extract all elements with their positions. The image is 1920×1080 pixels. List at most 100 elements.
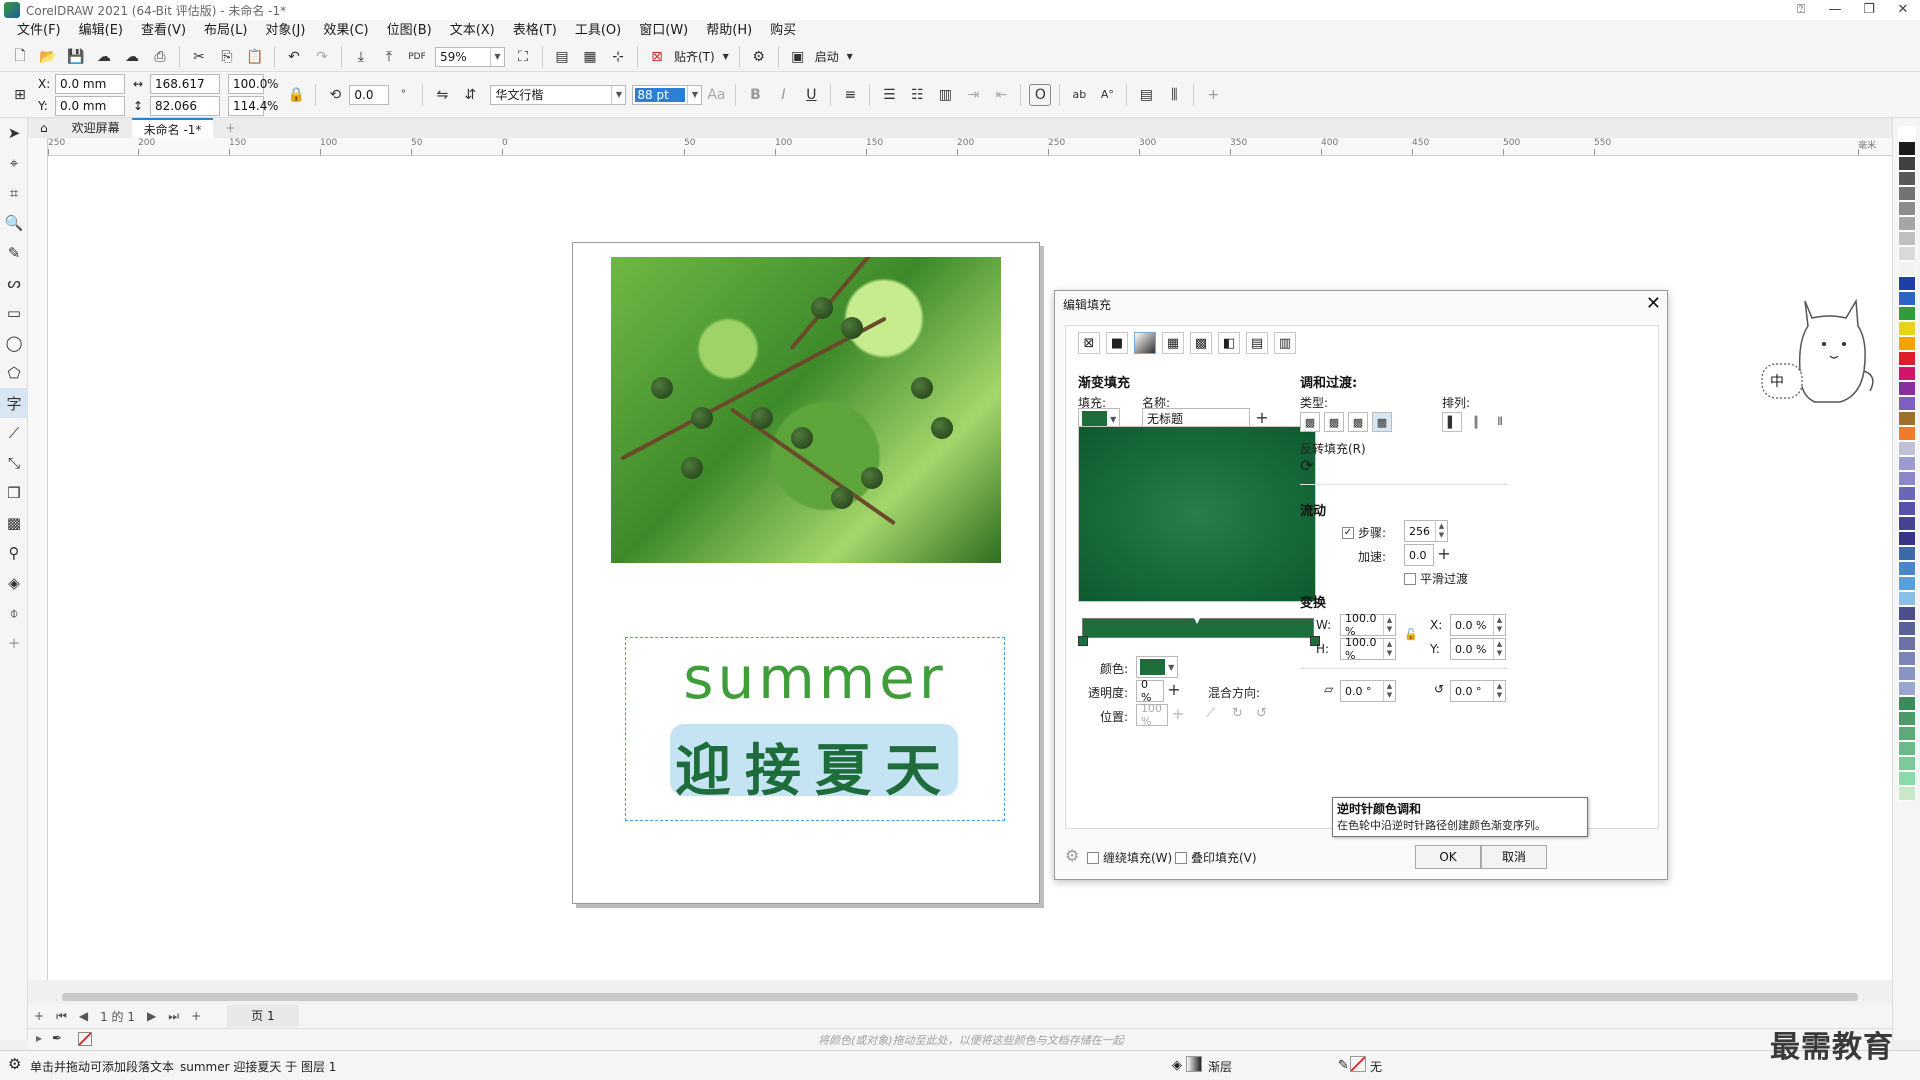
palette-color-swatch[interactable] <box>1898 786 1916 801</box>
cut-icon[interactable]: ✂ <box>188 46 210 68</box>
ellipse-tool-icon[interactable]: ◯ <box>0 328 28 358</box>
underline-icon[interactable]: U <box>800 84 822 106</box>
palette-color-swatch[interactable] <box>1898 261 1916 276</box>
home-icon[interactable]: ⌂ <box>28 118 60 138</box>
wrap-fill-checkbox[interactable]: 缠绕填充(W) <box>1087 849 1172 866</box>
clockwise-blend-icon[interactable]: ↻ <box>1232 706 1243 721</box>
lock-ratio-icon[interactable]: 🔒 <box>285 84 307 106</box>
pdf-icon[interactable]: PDF <box>406 46 428 68</box>
rectangle-tool-icon[interactable]: ▭ <box>0 298 28 328</box>
palette-color-swatch[interactable] <box>1898 606 1916 621</box>
transform-y-input[interactable]: 0.0 % ▲ ▼ <box>1450 638 1506 660</box>
counterclockwise-blend-icon[interactable]: ↺ <box>1256 706 1267 721</box>
bitmap-pattern-icon[interactable]: ▩ <box>1190 332 1212 354</box>
bold-icon[interactable]: B <box>744 84 766 106</box>
smooth-transition-checkbox[interactable]: 平滑过渡 <box>1404 570 1468 587</box>
leaves-photo[interactable] <box>611 257 1001 563</box>
steps-checkbox[interactable]: ✓ 步骤: <box>1342 524 1386 541</box>
tab-untitled-1[interactable]: 未命名 -1* <box>131 118 214 138</box>
transparency-tool-icon[interactable]: ▩ <box>0 508 28 538</box>
spinner-arrows-icon[interactable]: ▲ ▼ <box>1383 615 1395 635</box>
import-icon[interactable]: ⤓ <box>350 46 372 68</box>
restore-button[interactable]: ❐ <box>1852 0 1886 20</box>
transparency-input[interactable]: 0 % <box>1136 678 1164 704</box>
scale-height-input[interactable]: 114.4 <box>228 95 267 116</box>
eyedropper-icon[interactable]: ✒ <box>52 1031 62 1045</box>
eyedropper-icon[interactable]: ⚲ <box>0 538 28 568</box>
fill-indicator-icon[interactable]: ◈ <box>1172 1058 1182 1073</box>
menu-view[interactable]: 查看(V) <box>132 20 195 42</box>
palette-color-swatch[interactable] <box>1898 216 1916 231</box>
gradient-start-node[interactable] <box>1078 636 1088 646</box>
open-folder-icon[interactable]: 📂 <box>37 46 59 68</box>
overprint-fill-checkbox[interactable]: 叠印填充(V) <box>1175 849 1257 866</box>
palette-color-swatch[interactable] <box>1898 246 1916 261</box>
menu-edit[interactable]: 编辑(E) <box>70 20 132 42</box>
mirror-horizontal-icon[interactable]: ⇋ <box>431 84 453 106</box>
numbered-list-icon[interactable]: ☷ <box>906 84 928 106</box>
last-page-icon[interactable]: ⏭ <box>168 1009 179 1024</box>
spinner-arrows-icon[interactable]: ▲ ▼ <box>1493 681 1505 701</box>
lock-aspect-icon[interactable]: 🔓 <box>1404 628 1418 641</box>
indent-increase-icon[interactable]: ⇥ <box>962 84 984 106</box>
palette-color-swatch[interactable] <box>1898 591 1916 606</box>
spinner-arrows-icon[interactable]: ▲ ▼ <box>1383 639 1395 659</box>
vector-pattern-icon[interactable]: ▦ <box>1162 332 1184 354</box>
spinner-arrows-icon[interactable]: ▲ ▼ <box>1493 639 1505 659</box>
show-grid-icon[interactable]: ▦ <box>579 46 601 68</box>
snap-to-label[interactable]: 贴齐(T) <box>674 48 715 65</box>
palette-color-swatch[interactable] <box>1898 171 1916 186</box>
tab-welcome-screen[interactable]: 欢迎屏幕 <box>60 118 132 138</box>
palette-color-swatch[interactable] <box>1898 681 1916 696</box>
transform-height-input[interactable]: 100.0 % ▲ ▼ <box>1340 636 1396 662</box>
palette-color-swatch[interactable] <box>1898 486 1916 501</box>
position-input[interactable]: 100 % <box>1136 702 1168 728</box>
help-window-icon[interactable]: ⍰ <box>1784 0 1818 20</box>
repeat-icon[interactable]: ⦀ <box>1490 412 1510 432</box>
zoom-tool-icon[interactable]: 🔍 <box>0 208 28 238</box>
save-icon[interactable]: 💾 <box>65 46 87 68</box>
palette-color-swatch[interactable] <box>1898 516 1916 531</box>
zoom-level-dropdown[interactable]: 59% ▼ <box>435 46 505 67</box>
cloud-upload-icon[interactable]: ☁ <box>121 46 143 68</box>
vertical-ruler[interactable] <box>28 138 48 980</box>
close-window-button[interactable]: ✕ <box>1886 0 1920 20</box>
palette-color-swatch[interactable] <box>1898 696 1916 711</box>
italic-icon[interactable]: I <box>772 84 794 106</box>
print-icon[interactable]: ⎙ <box>149 46 171 68</box>
palette-color-swatch[interactable] <box>1898 456 1916 471</box>
rotate-icon[interactable]: ⟲ <box>324 84 346 106</box>
palette-color-swatch[interactable] <box>1898 336 1916 351</box>
font-family-dropdown[interactable]: 华文行楷 ▼ <box>490 84 627 105</box>
position-slider-icon[interactable]: + <box>1170 704 1186 726</box>
document-palette[interactable]: ▸ ✒ 将颜色(或对象)拖动至此处，以便将这些颜色与文档存储在一起 <box>28 1028 1892 1050</box>
menu-help[interactable]: 帮助(H) <box>697 20 761 42</box>
horizontal-text-icon[interactable]: ▤ <box>1135 84 1157 106</box>
palette-color-swatch[interactable] <box>1898 561 1916 576</box>
palette-color-swatch[interactable] <box>1898 501 1916 516</box>
paste-icon[interactable]: 📋 <box>244 46 266 68</box>
summer-artistic-text[interactable]: summer <box>626 644 1004 712</box>
drop-shadow-icon[interactable]: ❒ <box>0 478 28 508</box>
outline-pen-icon[interactable]: ✎ <box>1338 1058 1349 1073</box>
launch-icon[interactable]: ▣ <box>787 46 809 68</box>
menu-tools[interactable]: 工具(O) <box>566 20 630 42</box>
close-icon[interactable]: ✕ <box>1646 293 1661 314</box>
launch-label[interactable]: 启动 <box>815 48 839 65</box>
palette-color-swatch[interactable] <box>1898 756 1916 771</box>
transform-x-input[interactable]: 0.0 % ▲ ▼ <box>1450 614 1506 636</box>
text-properties-icon[interactable]: ab <box>1068 84 1090 106</box>
undo-icon[interactable]: ↶ <box>283 46 305 68</box>
spinner-arrows-icon[interactable]: ▲ ▼ <box>1383 681 1395 701</box>
next-page-icon[interactable]: ▶ <box>147 1009 156 1023</box>
horizontal-ruler[interactable]: 250 200 150 100 50 0 50 100 150 200 250 … <box>48 138 1892 156</box>
gear-icon[interactable]: ⚙ <box>8 1055 21 1073</box>
menu-file[interactable]: 文件(F) <box>8 20 70 42</box>
palette-color-swatch[interactable] <box>1898 651 1916 666</box>
palette-color-swatch[interactable] <box>1898 621 1916 636</box>
x-position-input[interactable]: 0.0 mm <box>55 73 125 94</box>
menu-bitmaps[interactable]: 位图(B) <box>378 20 441 42</box>
skew-input[interactable]: 0.0 ° ▲ ▼ <box>1340 680 1396 702</box>
artistic-media-icon[interactable]: ᔕ <box>0 268 28 298</box>
page-tab-1[interactable]: 页 1 <box>227 1005 299 1027</box>
